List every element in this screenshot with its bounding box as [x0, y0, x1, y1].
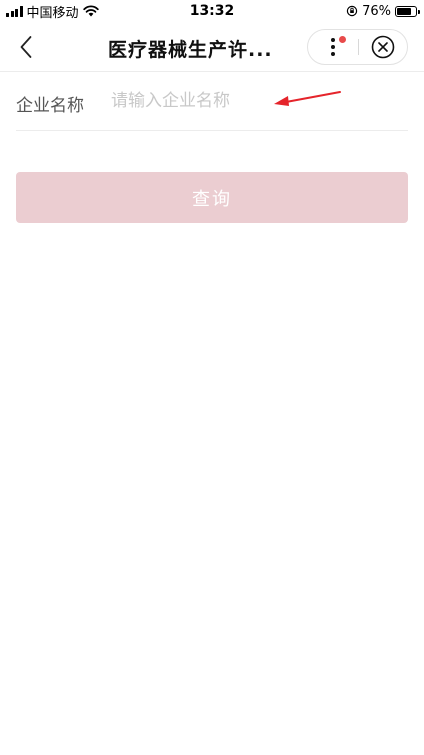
miniprogram-capsule — [307, 29, 408, 65]
battery-icon — [395, 5, 420, 17]
orientation-lock-icon — [346, 5, 358, 17]
close-button[interactable] — [359, 30, 407, 64]
company-name-label: 企业名称 — [16, 96, 84, 116]
battery-level — [397, 7, 411, 15]
nav-bar: 医疗器械生产许... — [0, 22, 424, 72]
search-button[interactable]: 查询 — [16, 172, 408, 223]
status-right: 76% — [346, 3, 420, 19]
annotation-arrow-icon — [274, 91, 341, 106]
close-circle-icon — [371, 35, 395, 59]
status-bar: 中国移动 13:32 76% — [0, 0, 424, 22]
more-vertical-icon — [331, 38, 335, 56]
battery-percent: 76% — [362, 3, 391, 19]
notification-dot — [339, 36, 346, 43]
page-title: 医疗器械生产许... — [108, 39, 273, 61]
company-name-row: 企业名称 — [16, 72, 408, 131]
back-button[interactable] — [12, 33, 40, 61]
chevron-left-icon — [20, 36, 32, 58]
more-button[interactable] — [308, 30, 358, 64]
